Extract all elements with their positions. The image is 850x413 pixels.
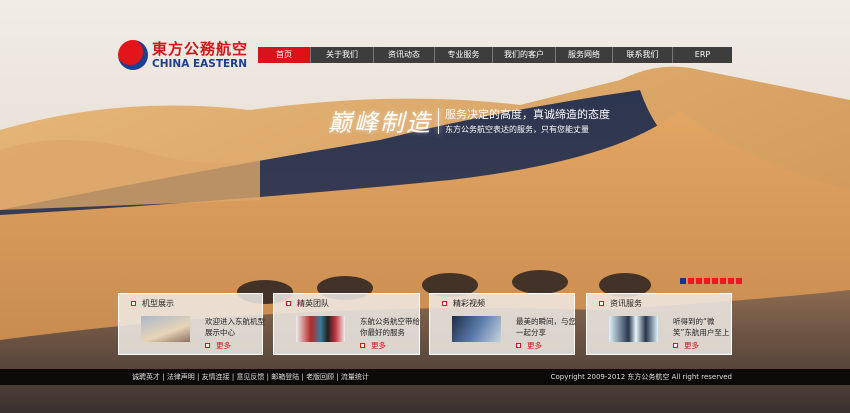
sparkle-divider <box>438 107 439 134</box>
separator: | <box>160 373 167 381</box>
footer-link[interactable]: 法律声明 <box>167 373 195 381</box>
slider-dot[interactable] <box>696 278 702 284</box>
slider-dots <box>680 278 742 284</box>
card-title: 机型展示 <box>142 299 174 308</box>
slider-dot[interactable] <box>688 278 694 284</box>
bullet-icon <box>131 301 136 306</box>
card-info: 资讯服务 听得到的“微笑”东航用户至上 更多 <box>586 293 732 355</box>
video-thumbnail[interactable] <box>452 316 501 342</box>
separator: | <box>194 373 202 381</box>
team-thumbnail[interactable] <box>296 316 345 342</box>
nav-about[interactable]: 关于我们 <box>310 47 373 63</box>
slogan-calligraphy: 巅峰制造 <box>328 109 432 137</box>
slider-dot[interactable] <box>680 278 686 284</box>
nav-services[interactable]: 专业服务 <box>434 47 492 63</box>
logo-swallow-icon <box>118 40 148 70</box>
hero-slogan: 巅峰制造 服务决定的高度，真诚缔造的态度 东方公务航空表达的服务，只有您能丈量 <box>328 103 610 138</box>
card-title: 精彩视频 <box>453 299 485 308</box>
slogan-line2: 东方公务航空表达的服务，只有您能丈量 <box>445 125 589 134</box>
card-desc: 欢迎进入东航机型展示中心 <box>205 317 265 337</box>
footer-link[interactable]: 流量统计 <box>341 373 369 381</box>
nav-home[interactable]: 首页 <box>258 47 310 63</box>
logo-en: CHINA EASTERN <box>152 57 248 70</box>
card-video: 精彩视频 最美的瞬间，与您一起分享 更多 <box>429 293 576 355</box>
copyright: Copyright 2009-2012 东方公务航空 All right res… <box>550 373 732 381</box>
more-link[interactable]: 更多 <box>360 340 386 351</box>
more-link[interactable]: 更多 <box>205 340 231 351</box>
footer-link[interactable]: 意见反馈 <box>236 373 264 381</box>
footer-link[interactable]: 老版回顾 <box>306 373 334 381</box>
bullet-icon <box>442 301 447 306</box>
more-link[interactable]: 更多 <box>516 340 542 351</box>
logo[interactable]: 東方公務航空 CHINA EASTERN <box>118 40 248 70</box>
nav-network[interactable]: 服务网络 <box>555 47 612 63</box>
footer-links: 诚聘英才 | 法律声明 | 友情连接 | 意见反馈 | 邮箱登陆 | 老版回顾 … <box>132 369 369 385</box>
bullet-icon <box>599 301 604 306</box>
footer-link[interactable]: 友情连接 <box>202 373 230 381</box>
card-team: 精英团队 东航公务航空带给你最好的服务 更多 <box>273 293 420 355</box>
nav-news[interactable]: 资讯动态 <box>373 47 434 63</box>
footer: 诚聘英才 | 法律声明 | 友情连接 | 意见反馈 | 邮箱登陆 | 老版回顾 … <box>0 369 850 385</box>
separator: | <box>334 373 341 381</box>
slogan-line1: 服务决定的高度，真诚缔造的态度 <box>445 108 610 121</box>
nav-contact[interactable]: 联系我们 <box>612 47 672 63</box>
slider-dot[interactable] <box>712 278 718 284</box>
footer-link[interactable]: 邮箱登陆 <box>271 373 299 381</box>
nav-clients[interactable]: 我们的客户 <box>492 47 555 63</box>
bullet-icon <box>286 301 291 306</box>
slider-dot[interactable] <box>720 278 726 284</box>
card-desc: 听得到的“微笑”东航用户至上 <box>673 317 730 337</box>
main-nav: 首页 关于我们 资讯动态 专业服务 我们的客户 服务网络 联系我们 ERP <box>258 47 732 63</box>
slider-dot[interactable] <box>704 278 710 284</box>
card-desc: 最美的瞬间，与您一起分享 <box>516 317 576 337</box>
logo-cn: 東方公務航空 <box>152 39 249 58</box>
service-thumbnail[interactable] <box>609 316 658 342</box>
aircraft-thumbnail[interactable] <box>141 316 190 342</box>
card-title: 精英团队 <box>297 299 329 308</box>
card-title: 资讯服务 <box>610 299 642 308</box>
more-link[interactable]: 更多 <box>673 340 699 351</box>
nav-erp[interactable]: ERP <box>672 47 732 63</box>
slider-dot[interactable] <box>736 278 742 284</box>
footer-link[interactable]: 诚聘英才 <box>132 373 160 381</box>
slider-dot[interactable] <box>728 278 734 284</box>
card-desc: 东航公务航空带给你最好的服务 <box>360 317 420 337</box>
card-aircraft: 机型展示 欢迎进入东航机型展示中心 更多 <box>118 293 265 355</box>
